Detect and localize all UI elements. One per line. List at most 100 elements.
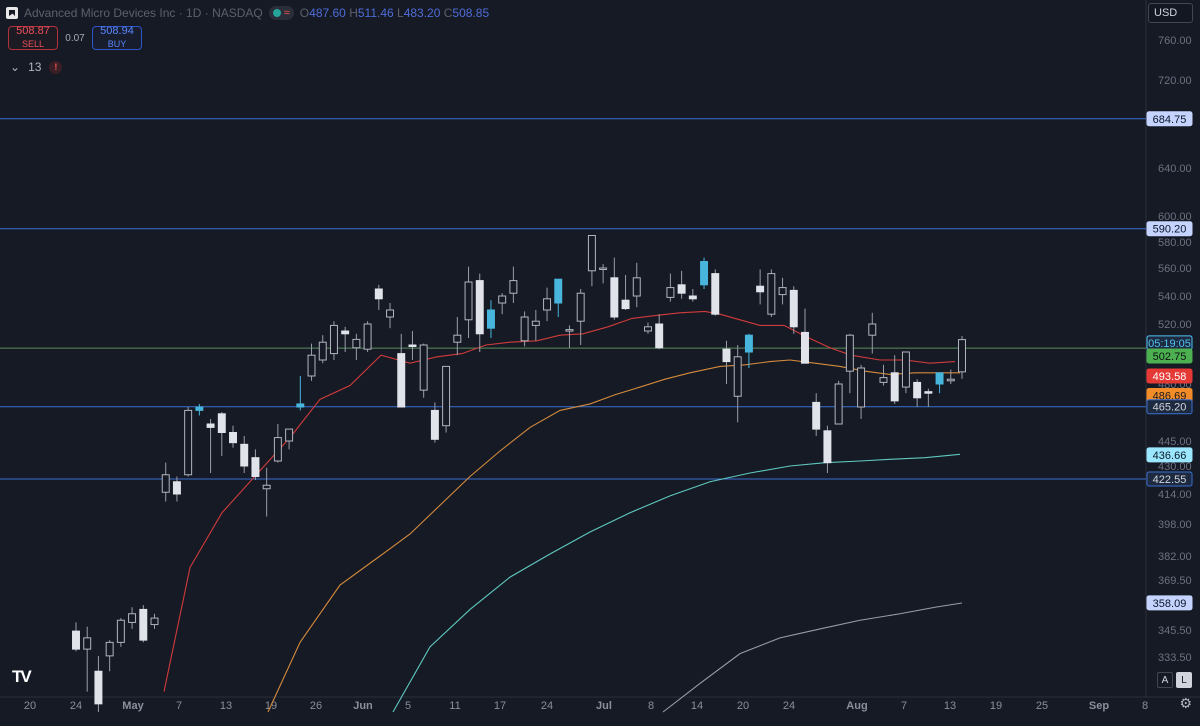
candle-body [206,423,215,428]
candle-body [744,334,753,353]
price-tick-label: 430.00 [1158,461,1192,473]
time-tick-label: 24 [783,700,795,712]
price-tick-label: 445.00 [1158,436,1192,448]
chart-area[interactable]: 760.00 720.00 640.00 600.00 580.00 560.00 540.… [0,0,1200,721]
candle-body [845,334,854,372]
candle-body [890,372,899,402]
price-tick-label: 520.00 [1158,319,1192,331]
candle-body [329,324,338,355]
price-label-text: 436.66 [1153,450,1187,462]
candle-body [442,365,451,427]
candle-body [453,334,462,343]
time-tick-label: 17 [494,700,506,712]
moving-average-line [163,310,956,692]
candle-body [184,409,193,476]
buy-price: 508.94 [100,25,134,37]
candle-body [778,287,787,296]
time-tick-label: Jul [596,700,612,712]
candle-body [587,235,596,272]
tradingview-logo-icon[interactable]: TV [12,667,32,687]
candle-body [834,383,843,425]
candle-body [599,267,608,270]
candle-body [139,608,148,641]
price-tick-label: 760.00 [1158,35,1192,47]
candle-body [116,619,125,643]
candle-body [733,356,742,397]
settings-gear-icon[interactable]: ⚙ [1179,695,1192,712]
candle-body [531,320,540,326]
symbol-title[interactable]: Advanced Micro Devices Inc · 1D · NASDAQ [24,6,263,20]
sell-button[interactable]: 508.87 SELL [8,26,58,50]
candle-body [958,339,966,373]
candle-body [554,278,563,304]
sell-label: SELL [21,39,45,49]
price-tick-label: 560.00 [1158,263,1192,275]
time-tick-label: 7 [901,700,907,712]
candle-body [767,273,776,315]
indicators-toggle[interactable]: ⌄ 13 ! [10,60,63,74]
data-wave-icon: ≈ [283,7,290,19]
time-tick-label: 14 [691,700,703,712]
price-chart[interactable]: 760.00 720.00 640.00 600.00 580.00 560.00 540.… [0,0,1200,721]
time-tick-label: 13 [220,700,232,712]
price-tick-label: 333.50 [1158,652,1192,664]
candle-body [789,289,798,328]
buy-label: BUY [107,39,127,49]
warning-icon[interactable]: ! [49,60,63,74]
candle-body [217,413,226,433]
candle-body [610,277,619,318]
candle-body [397,353,406,408]
candle-body [464,281,473,321]
log-scale-button[interactable]: L [1176,672,1192,688]
auto-scale-button[interactable]: A [1157,672,1173,688]
open-value: 487.60 [309,6,346,20]
high-value: 511.46 [357,6,394,20]
candle-body [565,329,574,332]
candle-body [935,372,944,385]
time-tick-label: May [122,700,144,712]
candle-body [868,323,877,336]
price-label-text: 493.58 [1153,371,1187,383]
candle-body [273,437,282,462]
candle-body [296,403,305,408]
candle-body [307,354,316,377]
time-tick-label: Sep [1089,700,1109,712]
candle-body [229,432,237,444]
candle-body [83,637,92,650]
price-label-text: 358.09 [1153,598,1187,610]
candle-body [195,406,204,411]
time-tick-label: 24 [541,700,553,712]
time-tick-label: 8 [648,700,654,712]
candle-body [318,341,327,361]
time-tick-label: 26 [310,700,322,712]
candle-body [801,331,809,364]
price-tick-label: 345.50 [1158,625,1192,637]
market-open-icon [272,9,281,17]
candle-body [509,280,518,294]
chevron-down-icon[interactable]: ⌄ [10,60,20,74]
low-value: 483.20 [403,6,441,20]
time-tick-label: 24 [70,700,82,712]
candle-body [172,481,181,495]
buy-button[interactable]: 508.94 BUY [92,26,142,50]
candle-body [857,367,866,408]
moving-average-line [392,453,961,713]
candle-body [823,430,832,464]
market-status-pill[interactable]: ≈ [268,6,294,20]
price-label-text: 502.75 [1153,351,1187,363]
currency-selector[interactable]: USD [1148,3,1193,23]
moving-average-line [662,602,963,713]
candle-body [879,377,888,383]
candle-body [285,428,294,442]
price-label-text: 590.20 [1153,224,1187,236]
candle-body [486,309,495,329]
time-tick-label: Aug [846,700,867,712]
price-tick-label: 580.00 [1158,237,1192,249]
price-tick-label: 398.00 [1158,519,1192,531]
candle-body [386,309,395,318]
price-tick-label: 414.00 [1158,489,1192,501]
ohlc-values: O487.60 H511.46 L483.20 C508.85 [299,6,490,20]
candle-body [419,344,428,391]
candle-body [543,298,552,311]
candle-body [520,316,529,342]
